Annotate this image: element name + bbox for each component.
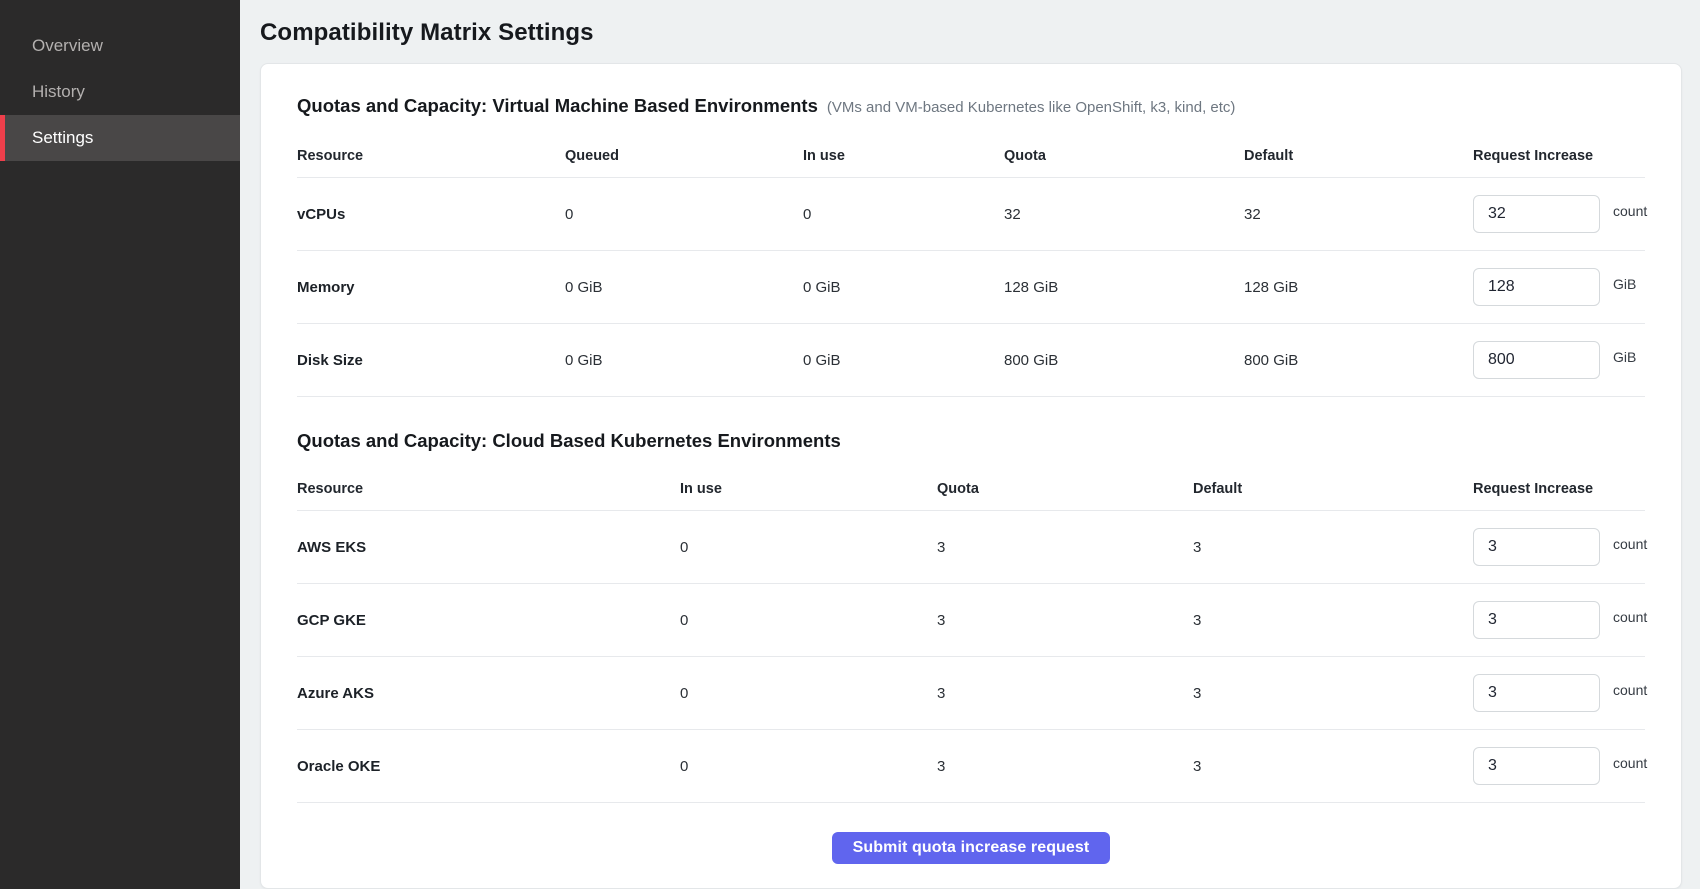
quota-value: 3 <box>937 685 1193 702</box>
column-header-queued: Queued <box>565 148 803 177</box>
resource-name: vCPUs <box>297 206 565 223</box>
sidebar-item-overview[interactable]: Overview <box>0 23 240 69</box>
quota-value: 128 GiB <box>1004 279 1244 296</box>
cloud-table-body: AWS EKS 0 3 3 count GCP GKE 0 3 3 count … <box>297 511 1645 803</box>
default-value: 128 GiB <box>1244 279 1473 296</box>
sidebar: Overview History Settings <box>0 0 240 889</box>
in-use-value: 0 <box>680 539 937 556</box>
main-content: Compatibility Matrix Settings Quotas and… <box>240 0 1700 889</box>
default-value: 800 GiB <box>1244 352 1473 369</box>
resource-name: Memory <box>297 279 565 296</box>
default-value: 32 <box>1244 206 1473 223</box>
quota-value: 32 <box>1004 206 1244 223</box>
column-header-request-increase: Request Increase <box>1473 481 1645 510</box>
column-header-quota: Quota <box>1004 148 1244 177</box>
vm-table-header: Resource Queued In use Quota Default Req… <box>297 132 1645 178</box>
quota-value: 3 <box>937 758 1193 775</box>
unit-label: GiB <box>1613 276 1636 292</box>
quota-value: 3 <box>937 539 1193 556</box>
table-row: Disk Size 0 GiB 0 GiB 800 GiB 800 GiB Gi… <box>297 324 1645 397</box>
request-increase-input[interactable] <box>1473 341 1600 379</box>
sidebar-item-settings[interactable]: Settings <box>0 115 240 161</box>
page-title: Compatibility Matrix Settings <box>260 16 1682 50</box>
column-header-resource: Resource <box>297 481 680 510</box>
default-value: 3 <box>1193 685 1473 702</box>
resource-name: Disk Size <box>297 352 565 369</box>
unit-label: count <box>1613 755 1647 771</box>
vm-section-header: Quotas and Capacity: Virtual Machine Bas… <box>297 92 1645 122</box>
resource-name: Oracle OKE <box>297 758 680 775</box>
sidebar-item-history[interactable]: History <box>0 69 240 115</box>
cloud-table-header: Resource In use Quota Default Request In… <box>297 465 1645 511</box>
queued-value: 0 GiB <box>565 279 803 296</box>
queued-value: 0 GiB <box>565 352 803 369</box>
table-row: Azure AKS 0 3 3 count <box>297 657 1645 730</box>
in-use-value: 0 GiB <box>803 279 1004 296</box>
default-value: 3 <box>1193 612 1473 629</box>
request-increase-input[interactable] <box>1473 268 1600 306</box>
cloud-section-header: Quotas and Capacity: Cloud Based Kuberne… <box>297 427 1645 455</box>
sidebar-item-label: Overview <box>32 36 103 56</box>
table-row: vCPUs 0 0 32 32 count <box>297 178 1645 251</box>
vm-quotas-section: Quotas and Capacity: Virtual Machine Bas… <box>297 92 1645 397</box>
request-increase-input[interactable] <box>1473 195 1600 233</box>
unit-label: count <box>1613 536 1647 552</box>
request-increase-cell: count <box>1473 674 1647 712</box>
unit-label: count <box>1613 682 1647 698</box>
column-header-default: Default <box>1193 481 1473 510</box>
request-increase-cell: count <box>1473 528 1647 566</box>
unit-label: count <box>1613 203 1647 219</box>
in-use-value: 0 <box>680 758 937 775</box>
table-row: Memory 0 GiB 0 GiB 128 GiB 128 GiB GiB <box>297 251 1645 324</box>
quota-value: 3 <box>937 612 1193 629</box>
resource-name: Azure AKS <box>297 685 680 702</box>
submit-quota-increase-button[interactable]: Submit quota increase request <box>832 832 1111 864</box>
column-header-default: Default <box>1244 148 1473 177</box>
request-increase-cell: count <box>1473 195 1647 233</box>
request-increase-cell: GiB <box>1473 341 1645 379</box>
resource-name: AWS EKS <box>297 539 680 556</box>
queued-value: 0 <box>565 206 803 223</box>
table-row: Oracle OKE 0 3 3 count <box>297 730 1645 803</box>
unit-label: count <box>1613 609 1647 625</box>
in-use-value: 0 <box>680 612 937 629</box>
unit-label: GiB <box>1613 349 1636 365</box>
request-increase-input[interactable] <box>1473 674 1600 712</box>
request-increase-input[interactable] <box>1473 747 1600 785</box>
table-row: AWS EKS 0 3 3 count <box>297 511 1645 584</box>
default-value: 3 <box>1193 539 1473 556</box>
quota-value: 800 GiB <box>1004 352 1244 369</box>
vm-section-subtitle: (VMs and VM-based Kubernetes like OpenSh… <box>827 94 1236 122</box>
in-use-value: 0 <box>803 206 1004 223</box>
resource-name: GCP GKE <box>297 612 680 629</box>
column-header-in-use: In use <box>803 148 1004 177</box>
sidebar-item-label: Settings <box>32 128 93 148</box>
column-header-resource: Resource <box>297 148 565 177</box>
column-header-quota: Quota <box>937 481 1193 510</box>
quotas-card: Quotas and Capacity: Virtual Machine Bas… <box>260 63 1682 889</box>
column-header-request-increase: Request Increase <box>1473 148 1645 177</box>
submit-row: Submit quota increase request <box>297 832 1645 864</box>
sidebar-item-label: History <box>32 82 85 102</box>
vm-table-body: vCPUs 0 0 32 32 count Memory 0 GiB 0 GiB… <box>297 178 1645 397</box>
table-row: GCP GKE 0 3 3 count <box>297 584 1645 657</box>
request-increase-cell: GiB <box>1473 268 1645 306</box>
in-use-value: 0 <box>680 685 937 702</box>
default-value: 3 <box>1193 758 1473 775</box>
request-increase-cell: count <box>1473 747 1647 785</box>
cloud-section-title: Quotas and Capacity: Cloud Based Kuberne… <box>297 427 841 455</box>
in-use-value: 0 GiB <box>803 352 1004 369</box>
vm-section-title: Quotas and Capacity: Virtual Machine Bas… <box>297 92 818 120</box>
request-increase-input[interactable] <box>1473 528 1600 566</box>
column-header-in-use: In use <box>680 481 937 510</box>
request-increase-input[interactable] <box>1473 601 1600 639</box>
request-increase-cell: count <box>1473 601 1647 639</box>
cloud-quotas-section: Quotas and Capacity: Cloud Based Kuberne… <box>297 427 1645 803</box>
